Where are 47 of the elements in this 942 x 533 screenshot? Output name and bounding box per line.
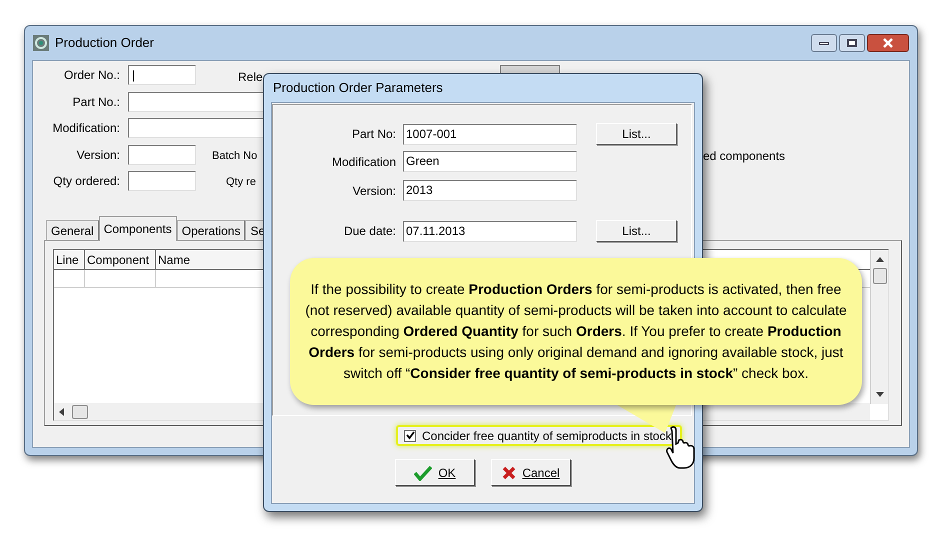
ok-button[interactable]: OK	[395, 459, 475, 486]
window-title: Production Order	[55, 34, 154, 52]
callout-text: If the possibility to create Production Orders for semi-products is activated, then free (not reserved) available quantity of semi-products will be taken into account to calculate corresponding Ordered Quantity for such Orders. If You prefer to create Production Orders for semi-products using only original demand and ignoring available stock, just switch off “Consider free quantity of semi-products in stock” check box.	[304, 280, 848, 383]
list-button[interactable]: List...	[596, 123, 677, 145]
app-icon	[33, 35, 49, 51]
field-label: Qty ordered:	[52, 173, 120, 190]
column-header[interactable]: Line	[54, 250, 85, 269]
field-label: Modification:	[52, 120, 120, 137]
left-arrow-icon	[58, 408, 64, 416]
field-label: Due date:	[342, 223, 396, 240]
field-label: Part No.:	[72, 94, 120, 111]
input-field[interactable]: 2013	[403, 180, 577, 201]
vertical-scrollbar[interactable]	[870, 250, 888, 404]
input-field[interactable]: |	[128, 65, 196, 85]
checkbox-label: ed components	[703, 148, 786, 165]
checkmark-icon	[414, 464, 432, 480]
field-label: Batch No	[212, 149, 258, 164]
checkbox-label: Concider free quantity of semiproducts in stock	[422, 428, 672, 444]
field-label: Modification	[330, 154, 396, 170]
checkbox[interactable]	[404, 430, 416, 442]
field-label: Rele	[238, 69, 263, 86]
up-arrow-icon	[876, 256, 884, 262]
cross-icon	[502, 466, 516, 480]
field-label: Version:	[76, 147, 120, 164]
minimize-button[interactable]	[811, 34, 837, 52]
field-label: Qty re	[226, 175, 256, 190]
input-field[interactable]	[128, 171, 196, 191]
field-label: Part No:	[350, 126, 396, 143]
field-label: Version:	[352, 182, 396, 200]
cancel-button[interactable]: Cancel	[491, 459, 571, 486]
dialog-title: Production Order Parameters	[273, 79, 443, 98]
maximize-button[interactable]	[839, 34, 865, 52]
input-field[interactable]: 07.11.2013	[403, 220, 577, 242]
scroll-thumb[interactable]	[872, 268, 886, 284]
column-header[interactable]: Component	[85, 250, 156, 269]
close-icon	[883, 38, 893, 48]
down-arrow-icon	[876, 392, 884, 398]
list-button[interactable]: List...	[596, 220, 677, 242]
input-field[interactable]: 1007-001	[403, 124, 577, 144]
close-button[interactable]	[867, 34, 909, 52]
tab[interactable]: Components	[98, 216, 177, 241]
input-field[interactable]	[128, 145, 196, 165]
tab[interactable]: General	[46, 220, 99, 241]
tab[interactable]: Operations	[176, 220, 246, 241]
input-field[interactable]: Green	[403, 151, 577, 172]
scroll-thumb[interactable]	[72, 404, 88, 418]
field-label: Order No.:	[62, 67, 120, 84]
